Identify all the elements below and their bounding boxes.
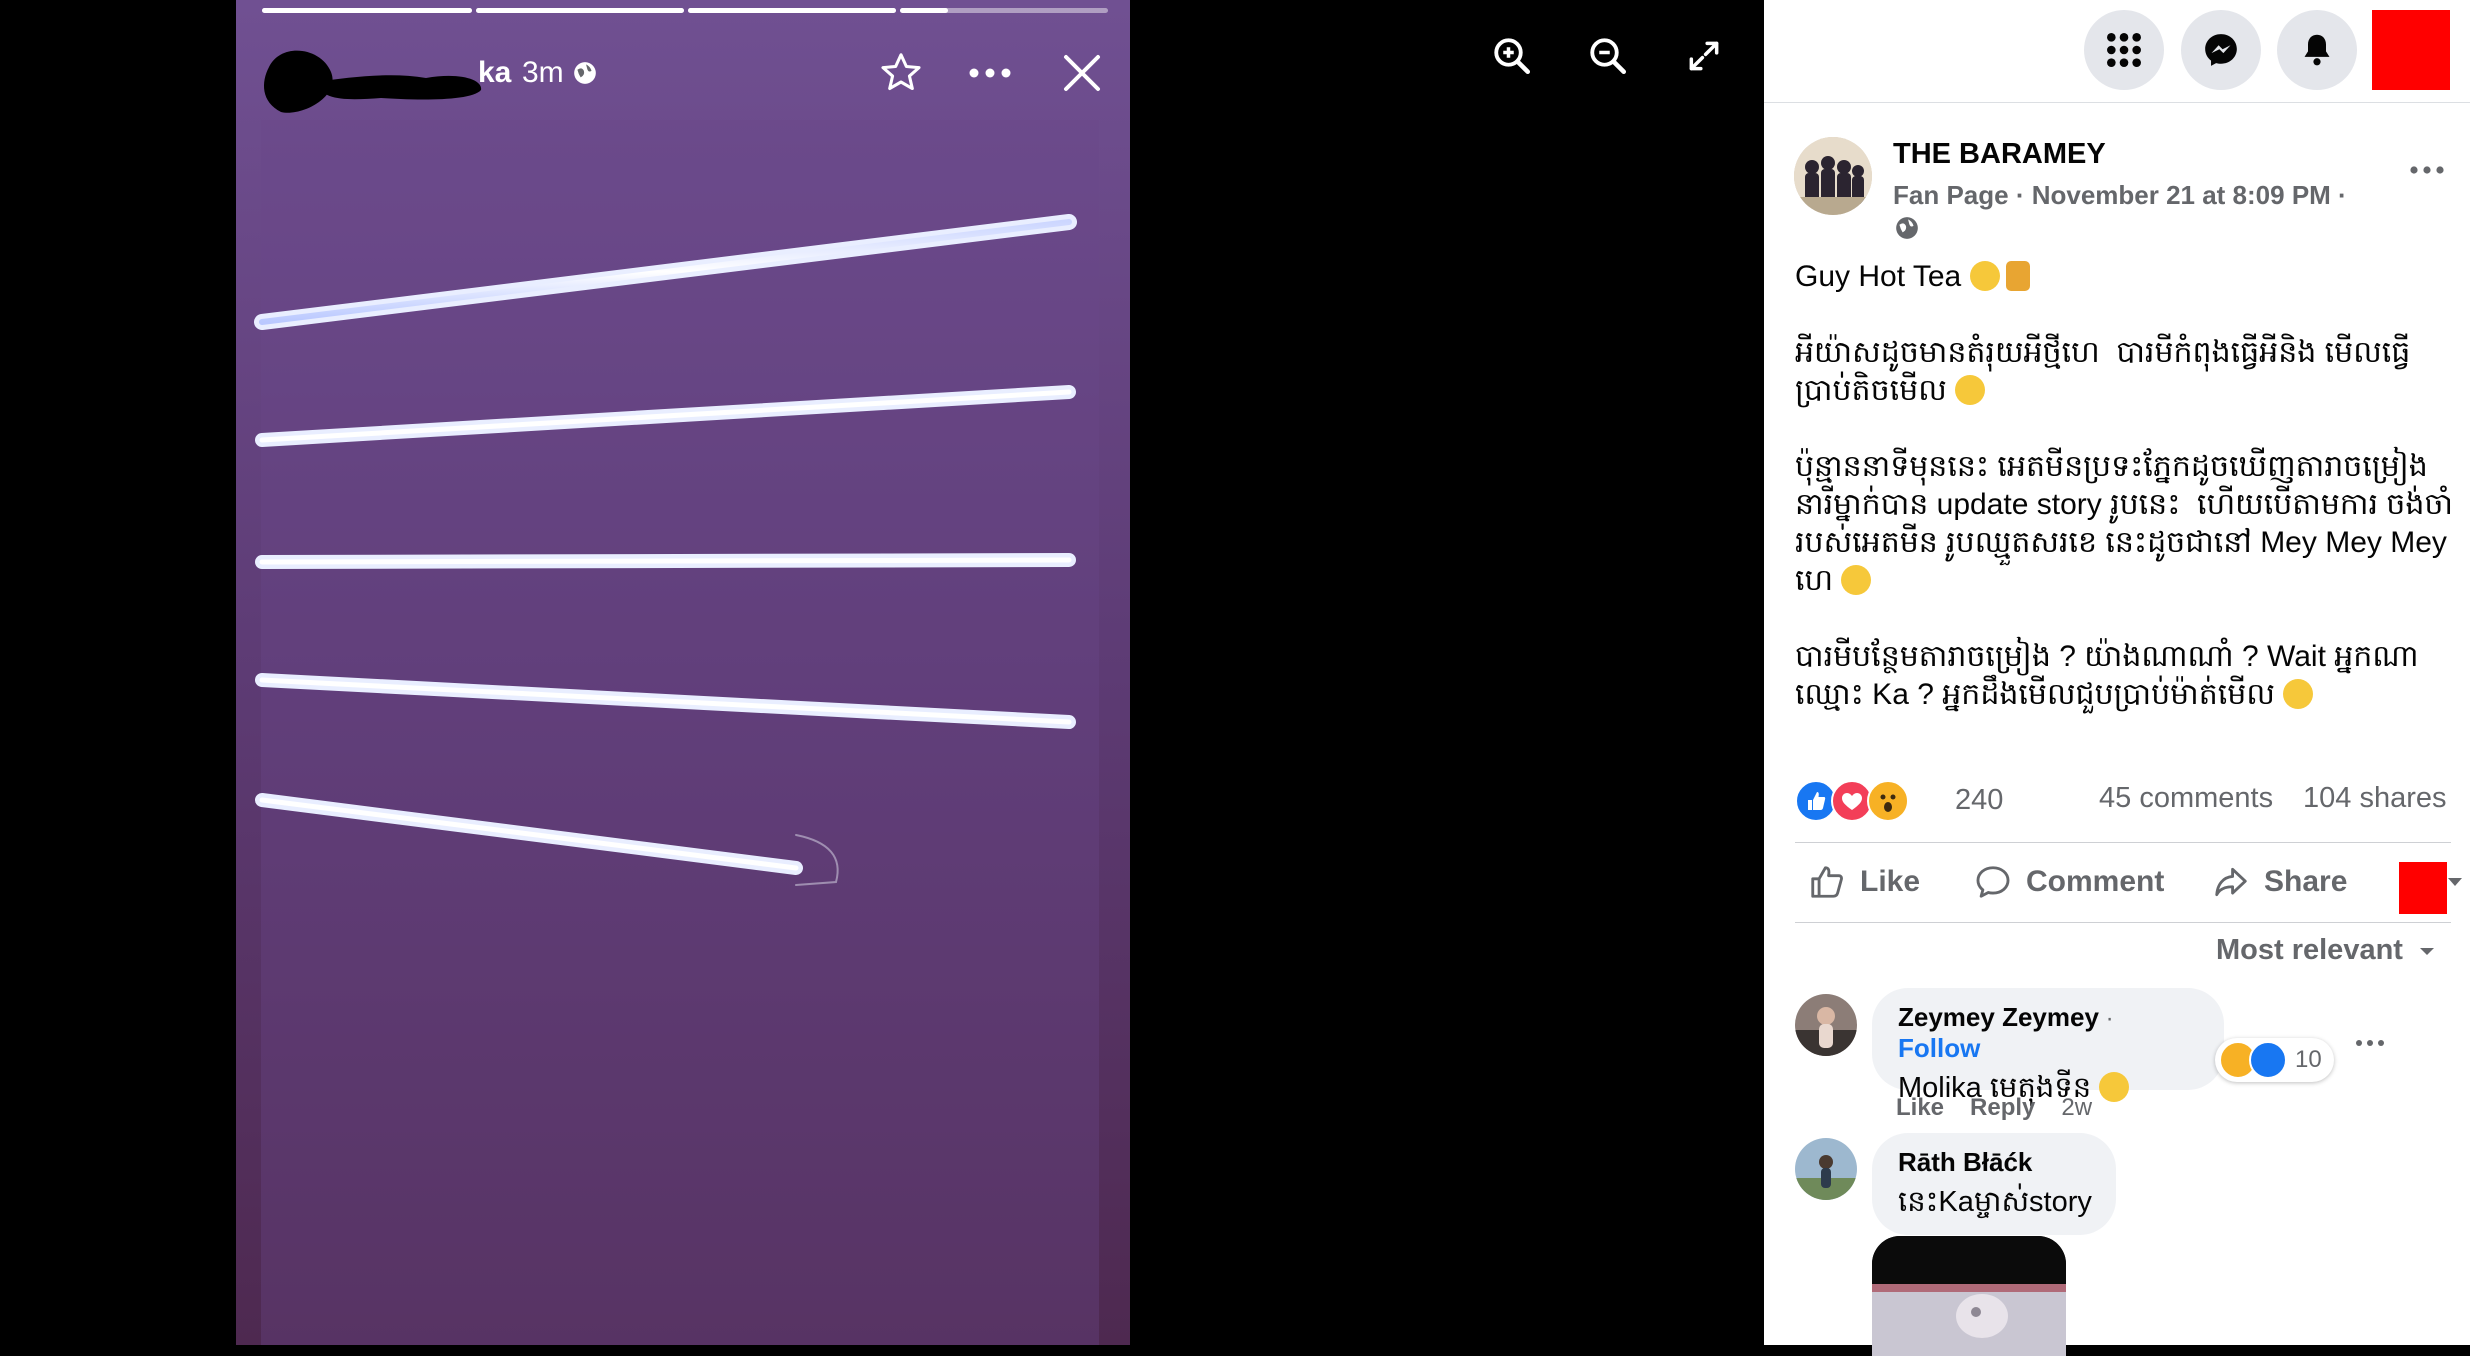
comment-image[interactable] bbox=[1872, 1236, 2066, 1356]
comment-button[interactable]: Comment bbox=[1974, 852, 2164, 912]
like-button-label: Like bbox=[1860, 865, 1921, 898]
laughing-emoji-icon bbox=[1841, 565, 1872, 595]
top-bar bbox=[1764, 0, 2470, 103]
grinning-emoji-icon bbox=[1955, 375, 1986, 405]
commenter-name[interactable]: Zeymey Zeymey bbox=[1898, 1002, 2099, 1032]
story-photo bbox=[236, 0, 1130, 1345]
star-icon[interactable] bbox=[872, 44, 930, 102]
messenger-icon[interactable] bbox=[2181, 10, 2261, 90]
more-options-icon[interactable] bbox=[961, 44, 1019, 102]
shares-count[interactable]: 104 shares bbox=[2303, 782, 2447, 815]
story-progress-segment bbox=[688, 8, 896, 13]
divider bbox=[1795, 842, 2451, 843]
story-timestamp: 3m bbox=[522, 56, 564, 89]
menu-grid-icon[interactable] bbox=[2084, 10, 2164, 90]
comment-sort-dropdown[interactable]: Most relevant bbox=[2216, 934, 2437, 967]
comment-bubble: Zeymey Zeymey · Follow Molika មេតុងទីន bbox=[1872, 988, 2224, 1104]
comment-button-label: Comment bbox=[2026, 865, 2165, 898]
fullscreen-icon[interactable] bbox=[1676, 28, 1732, 84]
globe-icon bbox=[574, 62, 596, 84]
like-icon bbox=[1811, 866, 1843, 898]
react-as-avatar-redacted[interactable] bbox=[2399, 862, 2447, 914]
commenter-name[interactable]: Rāth Błāćk bbox=[1898, 1147, 2090, 1178]
comment-sort-label: Most relevant bbox=[2216, 934, 2403, 966]
story-header: ka 3m bbox=[236, 30, 1130, 120]
share-button-label: Share bbox=[2264, 865, 2348, 898]
post-meta: Fan Page · November 21 at 8:09 PM · bbox=[1893, 180, 2347, 210]
comment-actions: Like Reply 2w bbox=[1896, 1094, 2118, 1122]
chevron-down-icon[interactable] bbox=[2448, 878, 2462, 886]
divider bbox=[1795, 922, 2451, 923]
comment-icon bbox=[1976, 866, 2010, 898]
comment-age: 2w bbox=[2061, 1094, 2093, 1121]
story-card[interactable]: ka 3m bbox=[236, 0, 1130, 1345]
comment-options-icon[interactable] bbox=[2345, 1028, 2395, 1058]
beer-emoji-icon bbox=[2005, 261, 2030, 291]
post-text-paragraph: បារមីបន្ថែមតារាចម្រៀង ? យ៉ាងណាណាំ ? Wait… bbox=[1795, 640, 2427, 711]
profile-avatar-redacted[interactable] bbox=[2372, 10, 2450, 90]
post-panel: THE BARAMEY Fan Page · November 21 at 8:… bbox=[1764, 0, 2470, 1356]
share-icon bbox=[2215, 867, 2247, 897]
story-progress-segment bbox=[262, 8, 472, 13]
like-button[interactable]: Like bbox=[1808, 852, 1920, 912]
post-text-paragraph: អីយ៉ាសដូចមានតំរុយអីថ្មីហេ បារមីកំពុងធ្វើ… bbox=[1795, 336, 2419, 407]
story-viewer: ka 3m bbox=[0, 0, 1764, 1345]
author-redaction-scribble bbox=[264, 50, 482, 113]
story-progress-segment-current bbox=[900, 8, 1108, 13]
like-reaction-icon bbox=[2249, 1041, 2287, 1079]
share-button[interactable]: Share bbox=[2212, 852, 2347, 912]
follow-button[interactable]: Follow bbox=[1898, 1033, 1980, 1063]
story-progress-segment bbox=[476, 8, 684, 13]
comment-text: នេះKaម្ចាស់story bbox=[1898, 1186, 2092, 1218]
post-options-icon[interactable] bbox=[2397, 150, 2457, 190]
comment-like-button[interactable]: Like bbox=[1896, 1094, 1944, 1121]
post-text-paragraph: ប៉ុន្មាននាទីមុននេះ អេតមីនប្រទះភ្នែកដូចឃើ… bbox=[1795, 450, 2456, 597]
notifications-bell-icon[interactable] bbox=[2277, 10, 2357, 90]
commenter-avatar[interactable] bbox=[1795, 994, 1857, 1056]
page-name[interactable]: THE BARAMEY bbox=[1893, 138, 2106, 171]
comments-count[interactable]: 45 comments bbox=[2099, 782, 2273, 815]
comment-bubble: Rāth Błāćk នេះKaម្ចាស់story bbox=[1872, 1133, 2116, 1235]
crying-emoji-icon bbox=[2283, 679, 2314, 709]
wow-reaction-icon bbox=[1867, 780, 1909, 822]
zoom-out-icon[interactable] bbox=[1580, 28, 1636, 84]
comment-reactions[interactable]: 10 bbox=[2215, 1038, 2334, 1082]
flushed-emoji-icon bbox=[1969, 261, 2000, 291]
commenter-avatar[interactable] bbox=[1795, 1138, 1857, 1200]
reaction-count[interactable]: 240 bbox=[1955, 784, 2003, 817]
page-avatar[interactable] bbox=[1794, 137, 1872, 215]
comment-reply-button[interactable]: Reply bbox=[1970, 1094, 2035, 1121]
post-text-paragraph: Guy Hot Tea bbox=[1795, 258, 2455, 296]
chevron-down-icon bbox=[2419, 947, 2434, 955]
zoom-in-icon[interactable] bbox=[1484, 28, 1540, 84]
close-icon[interactable] bbox=[1053, 44, 1111, 102]
globe-icon bbox=[1896, 217, 1918, 239]
comment-reaction-count: 10 bbox=[2295, 1046, 2322, 1073]
story-author-name[interactable]: ka bbox=[478, 56, 511, 90]
